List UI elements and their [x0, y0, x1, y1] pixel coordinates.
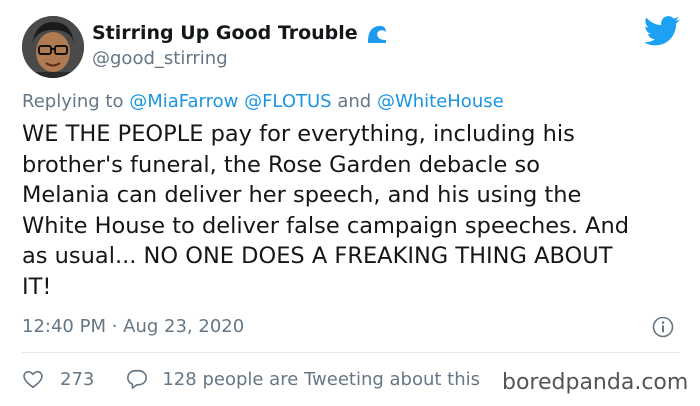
avatar[interactable]	[22, 16, 84, 78]
reply-bubble-icon[interactable]	[126, 368, 148, 390]
mention-miafarrow[interactable]: @MiaFarrow	[129, 91, 238, 112]
heart-icon[interactable]	[22, 368, 44, 390]
avatar-image	[22, 16, 84, 78]
tweet-actions: 273 128 people are Tweeting about this	[22, 368, 480, 390]
wave-icon	[367, 25, 386, 43]
author-name[interactable]: Stirring Up Good Trouble	[92, 22, 358, 44]
replying-to: Replying to @MiaFarrow @FLOTUS and @Whit…	[22, 91, 504, 112]
divider	[22, 352, 680, 353]
replying-conjunction: and	[337, 91, 372, 112]
author-handle[interactable]: @good_stirring	[92, 48, 228, 69]
tweet-timestamp[interactable]: 12:40 PM · Aug 23, 2020	[22, 316, 244, 337]
twitter-bird-icon[interactable]	[644, 16, 680, 46]
tweet-text: WE THE PEOPLE pay for everything, includ…	[22, 121, 630, 300]
boredpanda-watermark: boredpanda.com	[498, 370, 693, 395]
like-count[interactable]: 273	[60, 369, 94, 390]
info-icon[interactable]	[652, 316, 674, 338]
mention-flotus[interactable]: @FLOTUS	[244, 91, 332, 112]
replies-text[interactable]: 128 people are Tweeting about this	[162, 369, 480, 390]
author-name-row[interactable]: Stirring Up Good Trouble	[92, 22, 388, 44]
replying-prefix: Replying to	[22, 91, 124, 112]
mention-whitehouse[interactable]: @WhiteHouse	[377, 91, 504, 112]
